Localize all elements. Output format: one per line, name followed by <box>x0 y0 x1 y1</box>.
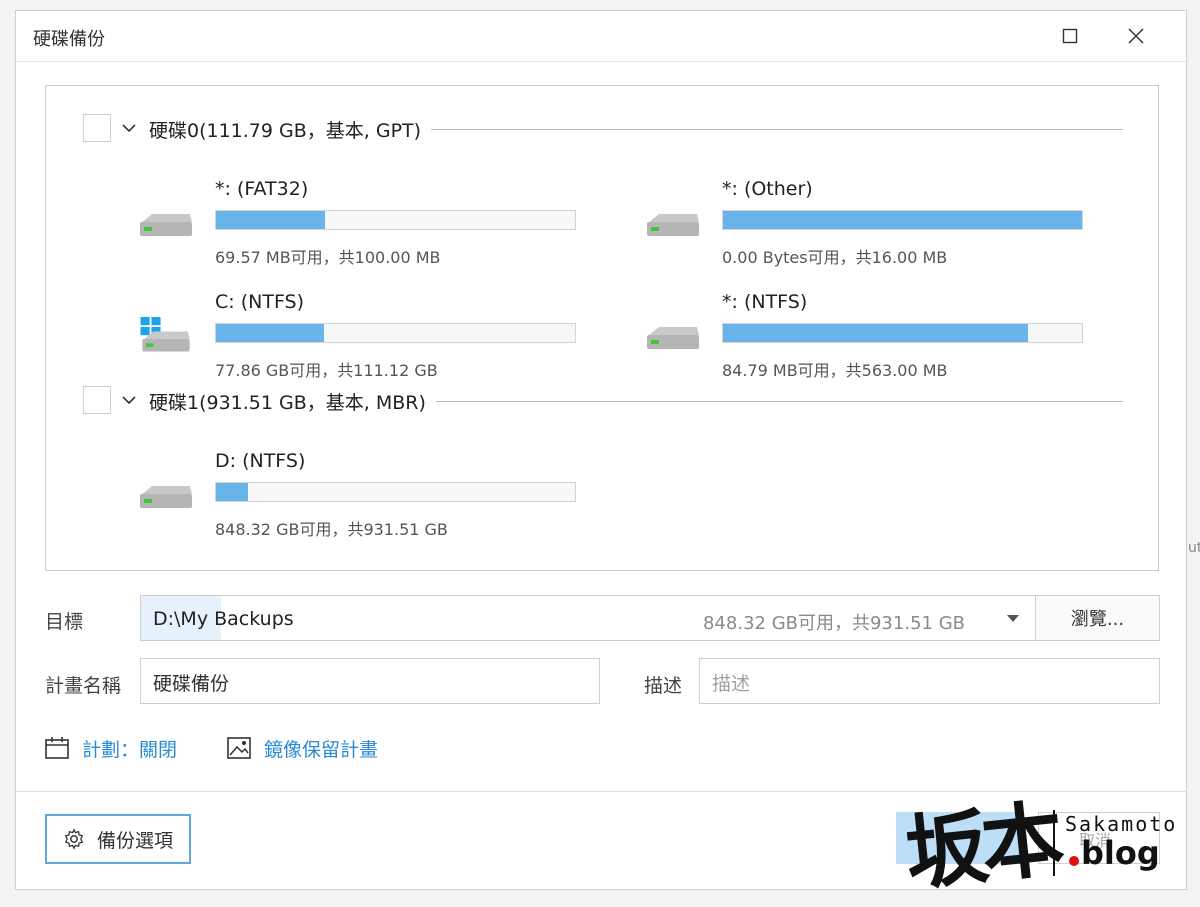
partition-0-1[interactable]: *: (Other) 0.00 Bytes可用，共16.00 MB <box>645 178 1083 267</box>
gear-icon <box>64 828 84 850</box>
disk-1-header: 硬碟1(931.51 GB，基本, MBR) <box>83 386 1123 416</box>
target-selector[interactable]: D:\My Backups 848.32 GB可用，共931.51 GB <box>140 595 1036 641</box>
target-label: 目標 <box>45 611 84 633</box>
calendar-icon <box>45 737 69 759</box>
hard-drive-icon <box>647 214 699 236</box>
partition-0-2[interactable]: C: (NTFS) 77.86 GB可用，共111.12 GB <box>138 291 576 380</box>
usage-bar <box>722 323 1083 343</box>
usage-bar-fill <box>723 324 1029 342</box>
dropdown-arrow-icon[interactable] <box>1003 608 1023 628</box>
watermark-dot <box>1069 856 1079 866</box>
image-retention-link[interactable]: 鏡像保留計畫 <box>226 733 378 763</box>
partition-label: *: (NTFS) <box>722 291 808 313</box>
backup-options-label: 備份選項 <box>96 829 173 852</box>
disk-1-label: 硬碟1(931.51 GB，基本, MBR) <box>149 388 436 415</box>
partition-label: C: (NTFS) <box>215 291 305 313</box>
maximize-icon <box>1062 28 1078 44</box>
partition-info: 848.32 GB可用，共931.51 GB <box>215 520 448 539</box>
image-retention-link-text[interactable]: 鏡像保留計畫 <box>264 735 378 762</box>
watermark-latin: Sakamoto <box>1065 812 1178 836</box>
hard-drive-icon <box>140 214 192 236</box>
usage-bar <box>722 210 1083 230</box>
title-bar: 硬碟備份 <box>16 11 1186 62</box>
plan-name-input[interactable]: 硬碟備份 <box>140 658 600 704</box>
partition-1-0[interactable]: D: (NTFS) 848.32 GB可用，共931.51 GB <box>138 450 576 539</box>
watermark-divider <box>1053 810 1055 876</box>
image-icon <box>227 737 251 759</box>
browse-button[interactable]: 瀏覽... <box>1035 595 1160 641</box>
partition-info: 0.00 Bytes可用，共16.00 MB <box>722 248 948 267</box>
usage-bar <box>215 210 576 230</box>
partition-label: D: (NTFS) <box>215 450 306 472</box>
background-edge-text: ut <box>1188 540 1200 556</box>
partition-info: 77.86 GB可用，共111.12 GB <box>215 361 438 380</box>
schedule-link[interactable]: 計劃：關閉 <box>44 733 177 763</box>
disk-selection-panel: 硬碟0(111.79 GB，基本, GPT) *: (FAT32) 69.57 … <box>45 85 1159 571</box>
usage-bar-fill <box>216 211 326 229</box>
target-path: D:\My Backups <box>153 608 294 630</box>
watermark-cjk: 坂本 <box>901 791 1063 903</box>
chevron-down-icon[interactable] <box>121 120 137 136</box>
close-button[interactable] <box>1118 21 1154 51</box>
usage-bar-fill <box>216 324 324 342</box>
chevron-down-icon[interactable] <box>121 392 137 408</box>
watermark-logo: 坂本 Sakamoto blog <box>901 780 1195 902</box>
partition-label: *: (Other) <box>722 178 813 200</box>
partition-0-0[interactable]: *: (FAT32) 69.57 MB可用，共100.00 MB <box>138 178 576 267</box>
partition-label: *: (FAT32) <box>215 178 309 200</box>
maximize-button[interactable] <box>1052 21 1088 51</box>
schedule-link-text[interactable]: 計劃：關閉 <box>82 735 177 762</box>
disk-0-header: 硬碟0(111.79 GB，基本, GPT) <box>83 114 1123 144</box>
plan-name-label: 計畫名稱 <box>45 675 122 697</box>
windows-drive-icon <box>140 317 190 352</box>
usage-bar <box>215 323 576 343</box>
partition-info: 84.79 MB可用，共563.00 MB <box>722 361 948 380</box>
disk-0-checkbox[interactable] <box>83 114 111 142</box>
close-icon <box>1128 28 1144 44</box>
backup-options-button[interactable]: 備份選項 <box>45 814 191 864</box>
window-title: 硬碟備份 <box>33 29 105 50</box>
hard-drive-icon <box>647 327 699 349</box>
target-space: 848.32 GB可用，共931.51 GB <box>702 613 965 634</box>
disk-0-label: 硬碟0(111.79 GB，基本, GPT) <box>149 116 432 143</box>
partition-info: 69.57 MB可用，共100.00 MB <box>215 248 441 267</box>
hard-drive-icon <box>140 486 192 508</box>
partition-0-3[interactable]: *: (NTFS) 84.79 MB可用，共563.00 MB <box>645 291 1083 380</box>
disk-1-checkbox[interactable] <box>83 386 111 414</box>
description-input[interactable]: 描述 <box>699 658 1160 704</box>
usage-bar-fill <box>723 211 1082 229</box>
description-label: 描述 <box>644 675 683 697</box>
usage-bar <box>215 482 576 502</box>
watermark-blog: blog <box>1081 834 1160 872</box>
backup-dialog: 硬碟備份 硬碟0(111.79 GB，基本, GPT) *: (FAT32) 6… <box>15 10 1187 890</box>
usage-bar-fill <box>216 483 248 501</box>
